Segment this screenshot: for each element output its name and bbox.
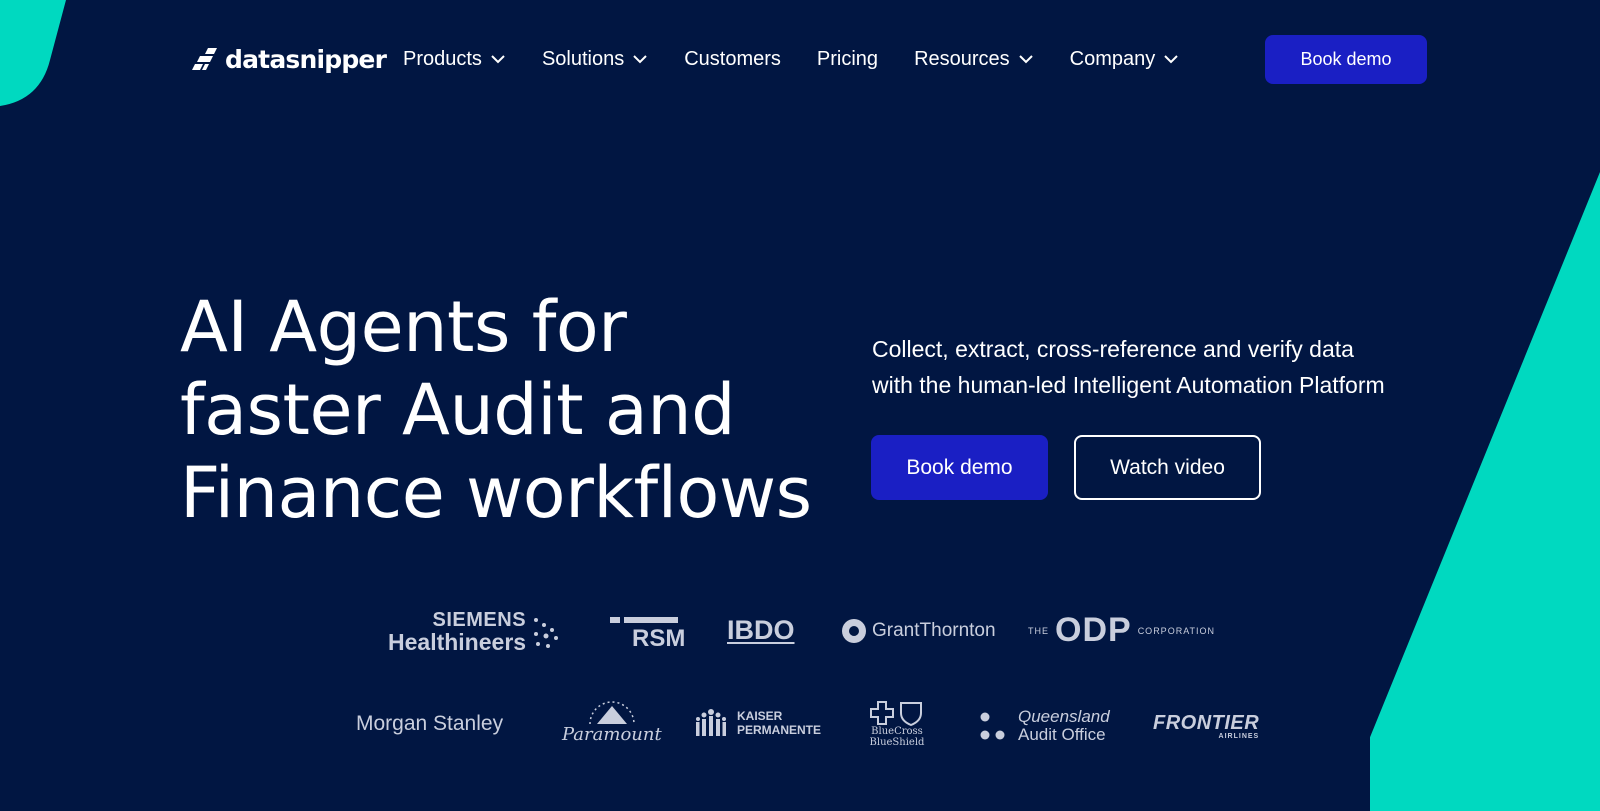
- bcbs-line1: BlueCross: [871, 726, 923, 737]
- siemens-dots-icon: [534, 618, 558, 648]
- nav-resources-label: Resources: [914, 47, 1010, 70]
- frontier-line1: FRONTIER: [1153, 712, 1260, 734]
- nav-resources[interactable]: Resources: [914, 48, 1034, 71]
- nav-customers[interactable]: Customers: [684, 48, 781, 71]
- nav-products[interactable]: Products: [403, 48, 506, 71]
- kaiser-people-icon: [696, 709, 726, 736]
- qao-text: Queensland Audit Office: [1018, 708, 1110, 744]
- bcbs-line2: BlueShield: [869, 737, 925, 748]
- hero-title: AI Agents for faster Audit and Finance w…: [180, 286, 820, 535]
- teal-diagonal-shape: [1370, 172, 1600, 811]
- paramount-mountain-icon: [589, 701, 635, 725]
- chevron-down-icon: [491, 55, 505, 64]
- chevron-down-icon: [1164, 55, 1178, 64]
- queensland-audit-office-logo: Queensland Audit Office: [980, 708, 1110, 744]
- brand-logo[interactable]: datasnipper: [192, 41, 387, 77]
- grant-thornton-logo: GrantThornton: [842, 619, 996, 643]
- qao-line2: Audit Office: [1018, 725, 1106, 744]
- chevron-down-icon: [633, 55, 647, 64]
- grant-thornton-icon: [842, 619, 866, 643]
- nav-company-label: Company: [1069, 47, 1156, 70]
- hero-subtitle: Collect, extract, cross-reference and ve…: [872, 331, 1442, 403]
- frontier-line2: AIRLINES: [1218, 733, 1260, 740]
- nav-pricing-label: Pricing: [816, 47, 879, 70]
- paramount-text: Paramount: [562, 724, 662, 745]
- hero-title-line: AI Agents for: [180, 286, 627, 368]
- bcbs-cross-shield-icon: [870, 701, 922, 726]
- brand-name: datasnipper: [225, 44, 387, 74]
- teal-corner-shape: [0, 0, 66, 106]
- bcbs-text: BlueCross BlueShield: [870, 726, 925, 748]
- chevron-down-icon: [1018, 55, 1033, 64]
- odp-corporation-logo: THE ODP CORPORATION: [1028, 611, 1215, 650]
- siemens-healthineers-logo: SIEMENS Healthineers: [388, 610, 526, 654]
- siemens-logo-line1: SIEMENS: [432, 609, 527, 631]
- kaiser-text: KAISER PERMANENTE: [737, 709, 821, 737]
- hero-subtitle-line: Collect, extract, cross-reference and ve…: [872, 336, 1354, 362]
- odp-prefix: THE: [1028, 625, 1049, 636]
- grant-thornton-text: GrantThornton: [872, 620, 996, 641]
- qao-line1: Queensland: [1018, 707, 1110, 726]
- hero-book-demo-button[interactable]: Book demo: [871, 435, 1048, 500]
- bluecross-blueshield-logo: BlueCross BlueShield: [869, 700, 925, 748]
- odp-suffix: CORPORATION: [1137, 625, 1216, 636]
- main-nav: Products Solutions Customers Pricing Res…: [403, 44, 1215, 74]
- kaiser-line2: PERMANENTE: [737, 723, 822, 737]
- nav-solutions-label: Solutions: [541, 47, 625, 70]
- header-book-demo-button[interactable]: Book demo: [1265, 35, 1427, 84]
- siemens-logo-line2: Healthineers: [388, 629, 527, 655]
- kaiser-line1: KAISER: [737, 709, 783, 723]
- hero-title-line: faster Audit and: [180, 369, 736, 451]
- watch-video-button[interactable]: Watch video: [1074, 435, 1261, 500]
- nav-pricing[interactable]: Pricing: [817, 48, 878, 71]
- datasnipper-logo-icon: [192, 48, 217, 70]
- nav-customers-label: Customers: [684, 47, 781, 70]
- bdo-logo: IBDO: [727, 615, 795, 645]
- paramount-logo: Paramount: [562, 698, 662, 745]
- morgan-stanley-logo: Morgan Stanley: [356, 712, 504, 735]
- nav-solutions[interactable]: Solutions: [542, 48, 648, 71]
- hero-title-line: Finance workflows: [180, 452, 812, 534]
- frontier-airlines-logo: FRONTIER AIRLINES: [1153, 713, 1259, 740]
- qao-dots-icon: [980, 712, 1005, 740]
- hero-subtitle-line: with the human-led Intelligent Automatio…: [872, 372, 1385, 398]
- kaiser-permanente-logo: KAISER PERMANENTE: [693, 708, 821, 738]
- rsm-logo: RSM: [632, 625, 686, 652]
- odp-name: ODP: [1055, 611, 1132, 649]
- nav-products-label: Products: [403, 47, 482, 70]
- nav-company[interactable]: Company: [1070, 48, 1180, 71]
